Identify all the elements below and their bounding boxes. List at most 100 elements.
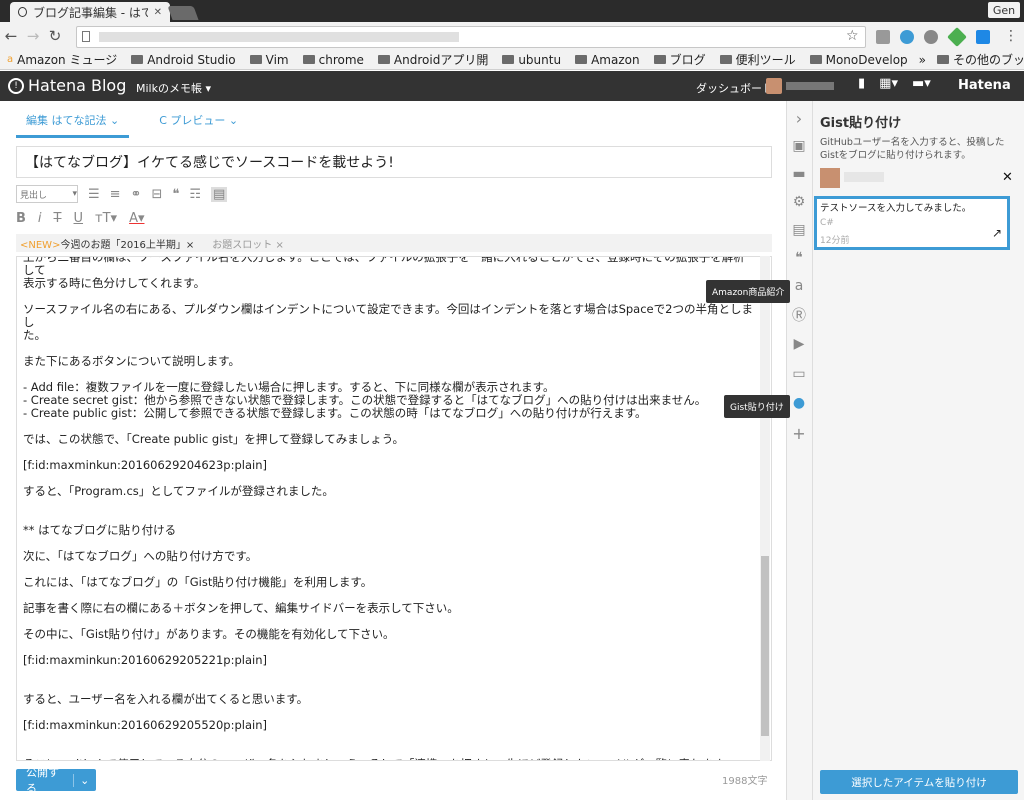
- folder-icon: [937, 55, 949, 64]
- photo-icon[interactable]: ▣: [790, 138, 808, 154]
- gist-language: C#: [820, 218, 834, 228]
- blog-name-dropdown[interactable]: Milkのメモ帳 ▾: [136, 80, 211, 96]
- bookmark-folder[interactable]: 便利ツール: [713, 51, 803, 68]
- amazon-icon: a: [7, 54, 14, 65]
- table-icon[interactable]: ⊟: [151, 187, 162, 202]
- github-icon[interactable]: ●: [790, 395, 808, 411]
- external-link-icon[interactable]: ↗: [992, 226, 1002, 240]
- hatena-blog-logo[interactable]: ! Hatena Blog: [8, 76, 126, 95]
- format-toolbar-1: 見出し ▾ ☰ ≡ ⚭ ⊟ ❝ ☶ ▤: [16, 184, 228, 204]
- extension-icon-1[interactable]: [876, 30, 890, 44]
- folder-icon: [502, 55, 515, 64]
- numbered-list-icon[interactable]: ≡: [110, 187, 121, 202]
- browser-tab[interactable]: ブログ記事編集 - はてな ✕: [10, 2, 170, 22]
- gear-icon[interactable]: ⚙: [790, 194, 808, 210]
- new-tab-button[interactable]: [167, 6, 199, 20]
- close-icon[interactable]: ✕: [154, 7, 162, 18]
- topic-bar: <NEW>今週のお題「2016上半期」× お題スロット ×: [16, 234, 772, 252]
- tab-edit[interactable]: 編集 はてな記法 ⌄: [16, 112, 130, 138]
- username-redacted: [786, 82, 834, 90]
- github-username-redacted: [844, 172, 884, 182]
- folder-icon[interactable]: ▬: [790, 166, 808, 182]
- font-size-icon[interactable]: ᴛT▾: [95, 211, 117, 226]
- char-count: 1988文字: [722, 776, 768, 787]
- folder-icon: [131, 55, 144, 64]
- forward-icon[interactable]: →: [22, 25, 44, 47]
- bookmark-folder[interactable]: chrome: [296, 53, 371, 67]
- bookmark-folder[interactable]: ブログ: [647, 51, 713, 68]
- dashboard-link[interactable]: ダッシュボード: [696, 80, 773, 96]
- body-textarea[interactable]: 上から二番目の欄は、ソースファイル名を入力します。ここでは、ファイルの拡張子を一…: [16, 256, 772, 761]
- back-icon[interactable]: ←: [0, 25, 22, 47]
- youtube-icon[interactable]: ▶: [790, 336, 808, 352]
- quote-icon[interactable]: ❝: [790, 250, 808, 266]
- bookmark-folder[interactable]: Androidアプリ開: [371, 51, 495, 68]
- bookmark-icon[interactable]: ▮: [858, 76, 865, 91]
- html-icon[interactable]: ▤: [211, 186, 228, 202]
- page-icon: [82, 31, 90, 42]
- bookmark-folder[interactable]: Vim: [243, 53, 296, 67]
- italic-icon[interactable]: i: [38, 211, 42, 226]
- adblock-icon[interactable]: [924, 30, 938, 44]
- grid-menu-icon[interactable]: ▦▾: [879, 76, 898, 91]
- body-text: 上から二番目の欄は、ソースファイル名を入力します。ここでは、ファイルの拡張子を一…: [23, 256, 753, 760]
- user-avatar[interactable]: [766, 78, 782, 94]
- link-icon[interactable]: ⚭: [131, 187, 142, 202]
- folder-icon: [719, 55, 732, 64]
- close-icon[interactable]: ✕: [1002, 170, 1013, 185]
- hatena-brand[interactable]: Hatena: [958, 78, 1011, 93]
- amazon-icon[interactable]: a: [790, 278, 808, 294]
- bookmark-folder[interactable]: Android Studio: [124, 53, 242, 67]
- reload-icon[interactable]: ↻: [44, 25, 66, 47]
- hatena-favicon-icon: [18, 7, 27, 17]
- bookmark-folder[interactable]: Amazon: [568, 53, 647, 67]
- bullet-list-icon[interactable]: ☰: [88, 187, 100, 202]
- heading-select[interactable]: 見出し ▾: [16, 185, 78, 203]
- underline-icon[interactable]: U: [74, 211, 84, 226]
- topic-slot[interactable]: お題スロット ×: [212, 236, 284, 251]
- profile-button[interactable]: Gen: [988, 2, 1020, 18]
- quote-icon[interactable]: ❝: [172, 187, 179, 202]
- extension-icon-4[interactable]: [976, 30, 990, 44]
- publish-button[interactable]: 公開する ⌄: [16, 766, 96, 795]
- chevron-right-icon[interactable]: »: [915, 53, 930, 67]
- bold-icon[interactable]: B: [16, 211, 26, 226]
- title-input[interactable]: 【はてなブログ】イケてる感じでソースコードを載せよう!: [16, 146, 772, 178]
- hatena-logo-icon: !: [8, 77, 24, 94]
- tv-icon[interactable]: ▭: [790, 366, 808, 382]
- strikethrough-icon[interactable]: T: [54, 211, 62, 226]
- address-bar[interactable]: [76, 26, 866, 48]
- gist-time: 12分前: [820, 236, 850, 246]
- bookmark-star-icon[interactable]: ☆: [846, 28, 859, 44]
- rakuten-icon[interactable]: Ⓡ: [790, 307, 808, 324]
- format-toolbar-2: B i T U ᴛT▾ A▾: [16, 208, 144, 228]
- add-icon[interactable]: +: [790, 424, 808, 443]
- document-icon[interactable]: ▤: [790, 222, 808, 238]
- bookmark-folder[interactable]: ubuntu: [495, 53, 568, 67]
- paste-selected-button[interactable]: 選択したアイテムを貼り付け: [820, 770, 1018, 794]
- collapse-chevron-icon[interactable]: ›: [790, 109, 808, 128]
- url-redacted: [99, 32, 459, 42]
- folder-icon: [809, 55, 822, 64]
- topic-new[interactable]: <NEW>今週のお題「2016上半期」×: [20, 236, 194, 251]
- text-color-icon[interactable]: A▾: [129, 211, 144, 226]
- folder-icon: [653, 55, 666, 64]
- more-icon[interactable]: ☶: [189, 187, 201, 202]
- extension-icon-2[interactable]: [900, 30, 914, 44]
- chevron-down-icon: ▾: [72, 189, 77, 199]
- scrollbar-thumb[interactable]: [761, 556, 769, 736]
- panel-description: GitHubユーザー名を入力すると、投稿したGistをブログに貼り付けられます。: [820, 137, 1005, 161]
- browser-tab-title: ブログ記事編集 - はてな: [32, 5, 148, 20]
- folder-icon: [575, 55, 588, 64]
- chevron-down-icon[interactable]: ⌄: [72, 773, 96, 787]
- github-avatar: [820, 168, 840, 188]
- tab-preview[interactable]: C プレビュー ⌄: [149, 112, 238, 138]
- bookmark-item[interactable]: a Amazon ミュージ: [0, 51, 124, 68]
- folder-icon: [302, 55, 315, 64]
- bookmark-folder[interactable]: MonoDevelop: [803, 53, 915, 67]
- tooltip-gist: Gist貼り付け: [724, 395, 790, 418]
- bookmark-folder-other[interactable]: その他のブックマーク: [930, 51, 1024, 68]
- menu-icon[interactable]: ⋮: [1004, 28, 1018, 44]
- notification-icon[interactable]: ▬▾: [912, 76, 931, 91]
- gist-description: テストソースを入力してみました。: [820, 203, 972, 214]
